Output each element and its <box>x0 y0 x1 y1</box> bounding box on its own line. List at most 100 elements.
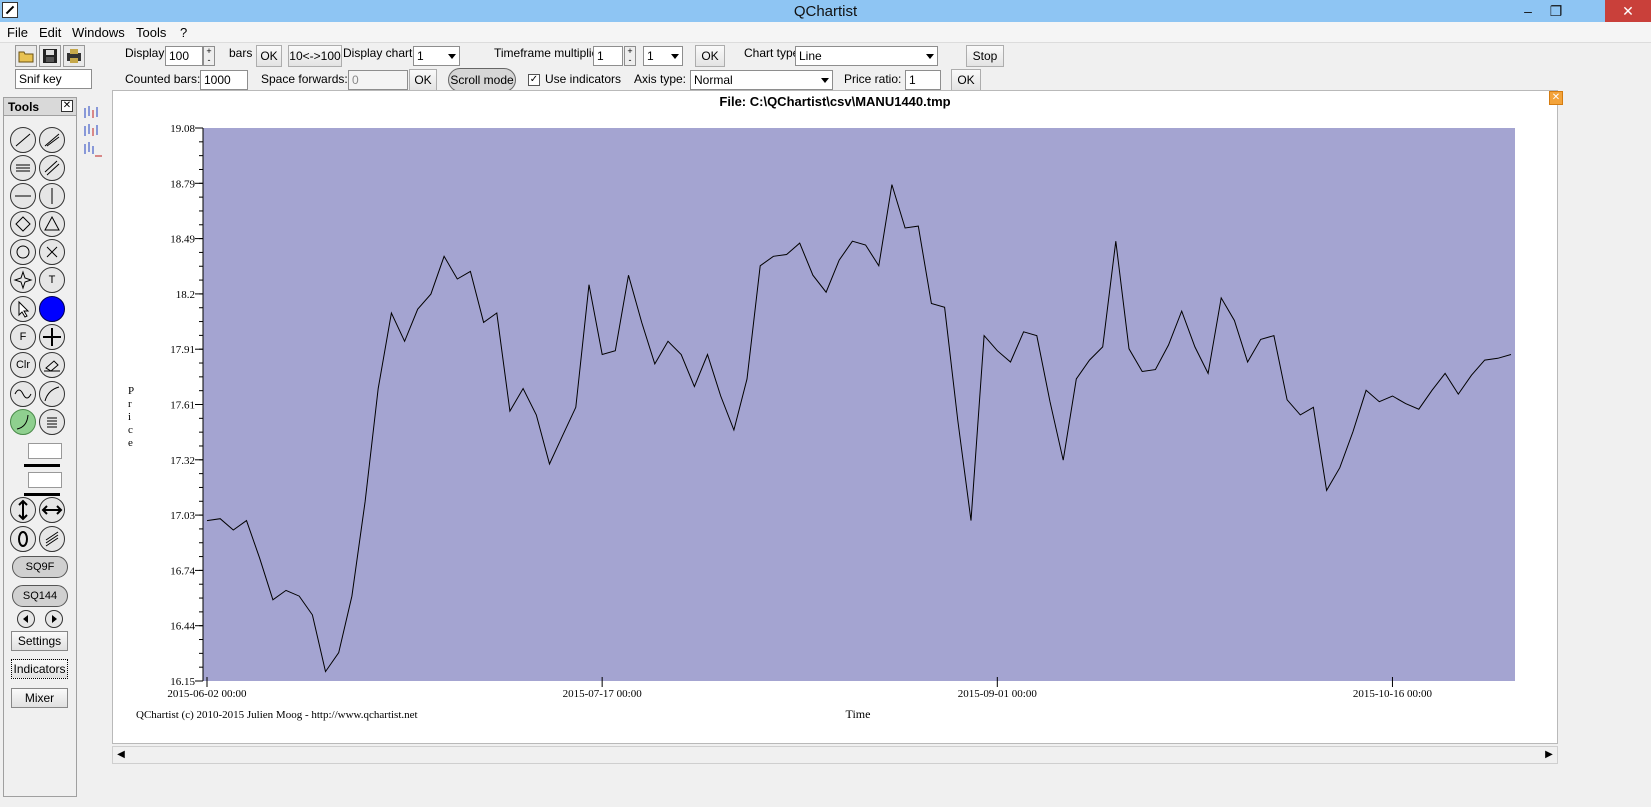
pointer-tool-icon[interactable] <box>10 296 36 322</box>
menu-file[interactable]: File <box>7 25 28 40</box>
eraser-tool-icon[interactable] <box>39 352 65 378</box>
rectangle-tool-icon[interactable] <box>10 211 36 237</box>
timeframe-select[interactable]: 1 <box>643 46 683 66</box>
crosshair-icon[interactable] <box>39 324 65 350</box>
indicators-button[interactable]: Indicators <box>11 659 68 679</box>
clear-tool-icon[interactable]: Clr <box>10 352 36 378</box>
save-icon[interactable] <box>39 45 61 67</box>
star-tool-icon[interactable] <box>10 267 36 293</box>
display-bars-spinner[interactable]: + - <box>203 46 215 66</box>
scroll-left-icon[interactable]: ◀ <box>113 747 129 763</box>
y-tick-label: 16.15 <box>170 676 195 688</box>
fan-tool-icon[interactable] <box>39 127 65 153</box>
vertical-arrows-icon[interactable] <box>10 497 36 523</box>
price-chart[interactable]: 19.08 18.79 18.49 18.2 17.91 17.61 17.32 17.03 1… <box>113 91 1559 745</box>
color-picker-icon[interactable] <box>39 296 65 322</box>
chart-type-select[interactable]: Line <box>795 46 938 66</box>
display-ok-button[interactable]: OK <box>256 45 282 67</box>
tools-panel-close-icon[interactable]: ✕ <box>61 100 73 112</box>
y-axis-label-letter: e <box>128 437 133 449</box>
y-tick-label: 18.49 <box>170 234 195 246</box>
triangle-tool-icon[interactable] <box>39 211 65 237</box>
fibonacci-tool-icon[interactable]: F <box>10 324 36 350</box>
price-ratio-input[interactable]: 1 <box>905 70 941 90</box>
parallel-tool-icon[interactable] <box>39 155 65 181</box>
axis-type-select[interactable]: Normal <box>690 70 833 90</box>
snif-key-input[interactable]: Snif key <box>15 69 92 89</box>
restore-button[interactable]: ❐ <box>1541 0 1571 22</box>
y-tick-label: 19.08 <box>170 123 195 135</box>
gann-lines-icon[interactable] <box>39 526 65 552</box>
scroll-mode-button[interactable]: Scroll mode <box>448 68 516 92</box>
y-axis-label-letter: r <box>128 398 132 410</box>
y-tick-label: 17.32 <box>170 455 195 467</box>
display-chart-select[interactable]: 1 <box>413 46 460 66</box>
y-tick-label: 17.03 <box>170 510 195 522</box>
plot-area <box>203 128 1515 681</box>
footer-credit: QChartist (c) 2010-2015 Julien Moog - ht… <box>136 709 418 721</box>
minimize-button[interactable]: – <box>1513 0 1543 22</box>
close-button[interactable]: ✕ <box>1605 0 1651 22</box>
trendline-tool-icon[interactable] <box>10 127 36 153</box>
list-tool-icon[interactable] <box>39 409 65 435</box>
settings-button[interactable]: Settings <box>11 631 68 651</box>
price-ratio-ok-button[interactable]: OK <box>951 69 981 91</box>
candles-mode-icon[interactable] <box>84 124 98 136</box>
fill-color-swatch[interactable] <box>28 472 62 488</box>
menu-windows[interactable]: Windows <box>72 25 125 40</box>
use-indicators-checkbox[interactable]: ✓ <box>528 74 540 86</box>
toggle-10-100-button[interactable]: 10<->100 <box>288 45 342 67</box>
x-axis-label: Time <box>846 707 871 721</box>
timeframe-multiplier-label: Timeframe multiplier: <box>494 46 606 60</box>
axis-type-label: Axis type: <box>634 72 687 86</box>
text-tool-icon[interactable]: T <box>39 267 65 293</box>
timeframe-multiplier-spinner[interactable]: + - <box>624 46 636 66</box>
vertical-line-icon[interactable] <box>39 183 65 209</box>
menu-help[interactable]: ? <box>180 25 187 40</box>
y-axis-label-letter: i <box>128 411 131 423</box>
arc-tool-icon[interactable] <box>39 381 65 407</box>
space-forwards-ok-button[interactable]: OK <box>409 69 437 91</box>
arrow-left-icon[interactable] <box>17 610 35 628</box>
y-tick-label: 17.61 <box>170 400 195 412</box>
sq144-button[interactable]: SQ144 <box>12 585 68 607</box>
chart-type-value: Line <box>799 49 822 63</box>
stop-button[interactable]: Stop <box>966 45 1004 67</box>
curve-tool-icon[interactable] <box>10 409 36 435</box>
menu-edit[interactable]: Edit <box>39 25 61 40</box>
channel-tool-icon[interactable] <box>10 155 36 181</box>
line-color-swatch[interactable] <box>28 443 62 459</box>
x-tick-label: 2015-09-01 00:00 <box>958 688 1038 700</box>
menu-tools[interactable]: Tools <box>136 25 166 40</box>
chart-window: File: C:\QChartist\csv\MANU1440.tmp ✕ 19… <box>112 90 1563 745</box>
display-bars-input[interactable]: 100 <box>165 46 203 66</box>
y-axis-label-letter: P <box>128 385 134 397</box>
ellipse-tool-icon[interactable] <box>10 239 36 265</box>
price-ratio-label: Price ratio: <box>844 72 902 86</box>
zero-tool-icon[interactable] <box>10 526 36 552</box>
cross-tool-icon[interactable] <box>39 239 65 265</box>
bars-mode-icon[interactable] <box>84 106 98 118</box>
bars-label: bars <box>229 46 253 60</box>
mixer-button[interactable]: Mixer <box>11 688 68 708</box>
arrow-right-icon[interactable] <box>45 610 63 628</box>
open-folder-icon[interactable] <box>15 45 37 67</box>
y-tick-label: 17.91 <box>170 344 195 356</box>
horizontal-arrows-icon[interactable] <box>39 497 65 523</box>
horizontal-scrollbar[interactable]: ◀ ▶ <box>112 746 1558 764</box>
scroll-right-icon[interactable]: ▶ <box>1541 747 1557 763</box>
sine-wave-icon[interactable] <box>10 381 36 407</box>
counted-bars-input[interactable]: 1000 <box>200 70 248 90</box>
space-forwards-label: Space forwards: <box>261 72 348 86</box>
title-bar: QChartist – ❐ ✕ <box>0 0 1651 22</box>
sq9f-button[interactable]: SQ9F <box>12 556 68 578</box>
horizontal-line-icon[interactable] <box>10 183 36 209</box>
space-forwards-input[interactable]: 0 <box>348 70 408 90</box>
timeframe-ok-button[interactable]: OK <box>695 45 725 67</box>
line-mode-icon[interactable] <box>84 142 102 157</box>
chevron-down-icon <box>448 54 456 59</box>
clear-tool-label: Clr <box>15 359 31 371</box>
display-chart-value: 1 <box>417 49 424 63</box>
timeframe-multiplier-input[interactable]: 1 <box>593 46 623 66</box>
print-icon[interactable] <box>63 45 85 67</box>
